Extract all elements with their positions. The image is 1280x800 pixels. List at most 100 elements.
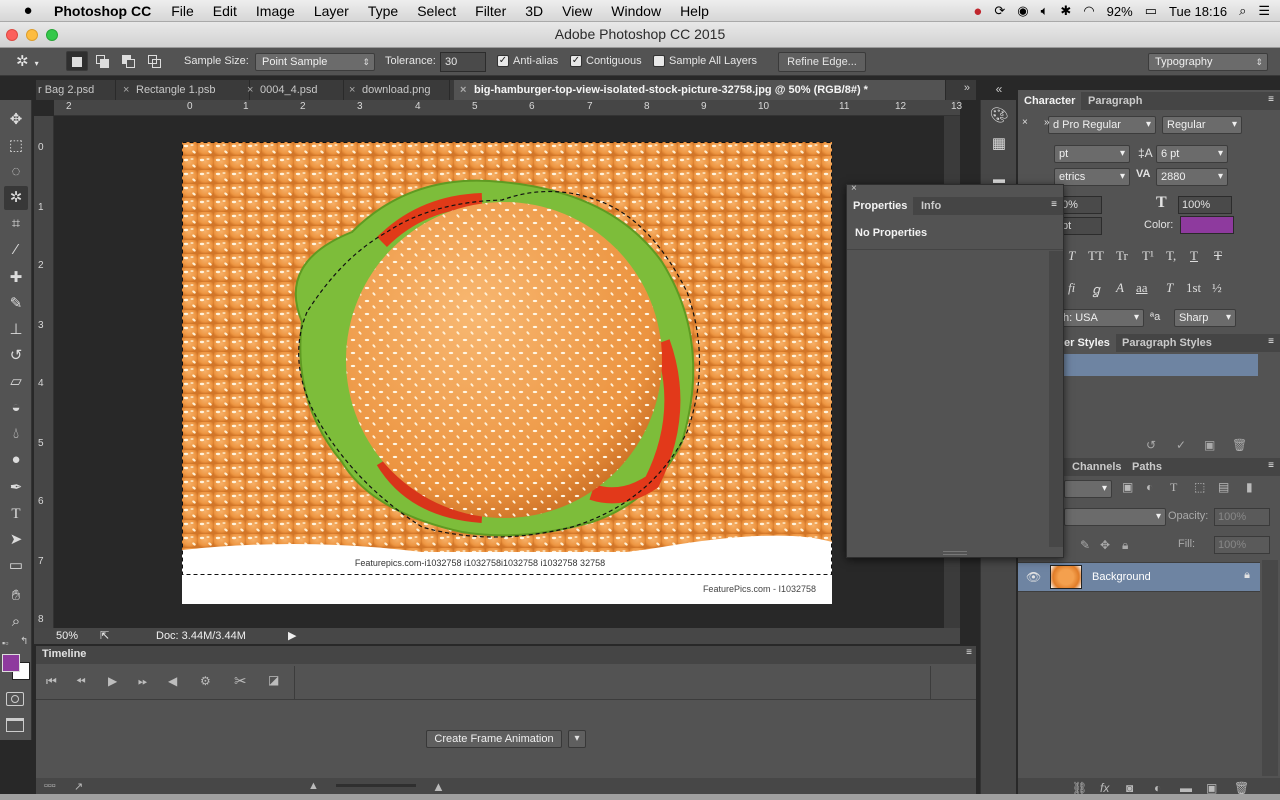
clear-override-icon[interactable]: ↺ xyxy=(1146,438,1156,452)
filter-smart-object-icon[interactable]: ▤ xyxy=(1218,480,1229,494)
tab-paragraph-styles[interactable]: Paragraph Styles xyxy=(1116,334,1218,352)
search-icon[interactable]: ⌕ xyxy=(1239,3,1246,19)
quick-mask-icon[interactable] xyxy=(6,692,24,706)
battery-icon[interactable]: ▭ xyxy=(1145,3,1157,19)
zoom-in-icon[interactable]: ▲ xyxy=(432,779,445,794)
add-mask-icon[interactable]: ◙ xyxy=(1126,781,1133,795)
creative-cloud-icon[interactable]: ● xyxy=(973,3,982,20)
blend-mode-select[interactable] xyxy=(1064,508,1166,526)
clone-stamp-tool-icon[interactable]: ⊥ xyxy=(4,318,28,342)
menu-image[interactable]: Image xyxy=(256,3,295,19)
zoom-tool-icon[interactable]: ⌕ xyxy=(4,610,28,634)
stylistic-alternates-button[interactable]: aa xyxy=(1136,280,1148,296)
lasso-tool-icon[interactable]: ◌ xyxy=(4,160,28,184)
crop-tool-icon[interactable]: ⌗ xyxy=(4,212,28,236)
magic-wand-tool-preset[interactable]: ✲ ▾ xyxy=(16,52,54,72)
sample-size-select[interactable]: Point Sample xyxy=(255,53,375,71)
rectangle-tool-icon[interactable]: ▭ xyxy=(4,554,28,578)
create-frame-animation-button[interactable]: Create Frame Animation xyxy=(426,730,562,748)
workspace-switcher[interactable]: Typography xyxy=(1148,53,1268,71)
filter-toggle-icon[interactable]: ▮ xyxy=(1246,480,1253,494)
settings-icon[interactable]: ⚙ xyxy=(200,674,211,688)
clock[interactable]: Tue 18:16 xyxy=(1169,4,1227,19)
new-layer-icon[interactable]: ▣ xyxy=(1206,781,1217,795)
tab-paths[interactable]: Paths xyxy=(1126,458,1168,476)
sample-all-layers-checkbox[interactable]: Sample All Layers xyxy=(653,55,757,68)
history-brush-tool-icon[interactable]: ↺ xyxy=(4,344,28,368)
timeline-title[interactable]: Timeline xyxy=(42,648,86,660)
wifi-icon[interactable]: ◠ xyxy=(1083,3,1094,19)
zoom-level[interactable]: 50% xyxy=(56,630,78,642)
tab-character-styles[interactable]: er Styles xyxy=(1058,334,1116,352)
pen-tool-icon[interactable]: ✒ xyxy=(4,476,28,500)
subtract-from-selection-button[interactable] xyxy=(120,53,136,69)
close-tab-icon[interactable]: × xyxy=(460,80,466,100)
adjustment-layer-icon[interactable]: ◐ xyxy=(1154,781,1161,795)
tracking-select[interactable]: 2880 xyxy=(1156,168,1228,186)
screen-mode-icon[interactable] xyxy=(6,718,24,732)
convert-icon[interactable]: ↗ xyxy=(74,780,83,793)
contiguous-checkbox[interactable]: ✓ Contiguous xyxy=(570,55,642,68)
intersect-selection-button[interactable] xyxy=(146,53,162,69)
close-tab-icon[interactable]: × xyxy=(247,80,253,100)
accessibility-icon[interactable]: ◉ xyxy=(1017,3,1028,19)
volume-icon[interactable]: 🔈︎ xyxy=(1041,3,1049,19)
marquee-tool-icon[interactable]: ⬚ xyxy=(4,134,28,158)
small-caps-button[interactable]: Tr xyxy=(1116,248,1128,264)
style-list-item-selected[interactable] xyxy=(1064,354,1258,376)
eraser-tool-icon[interactable]: ▱ xyxy=(4,370,28,394)
filter-pixel-icon[interactable]: ▣ xyxy=(1122,480,1133,494)
audio-icon[interactable]: ◀ xyxy=(168,674,177,688)
swash-button[interactable]: A xyxy=(1116,280,1124,296)
eyedropper-tool-icon[interactable]: ⁄ xyxy=(4,238,28,262)
default-colors-icon[interactable]: ▪▫ xyxy=(2,638,8,648)
panel-strip-more[interactable]: « xyxy=(981,82,1017,100)
tolerance-input[interactable]: 30 xyxy=(440,52,486,72)
refine-edge-button[interactable]: Refine Edge... xyxy=(778,52,866,72)
titling-button[interactable]: T xyxy=(1166,280,1173,296)
canvas-area[interactable]: Featurepics.com-i1032758 i1032758i103275… xyxy=(54,116,960,630)
resize-grip-icon[interactable] xyxy=(943,551,967,555)
doc-tab[interactable]: × download.png xyxy=(346,80,450,100)
create-animation-dropdown[interactable]: ▾ xyxy=(568,730,586,748)
menu-edit[interactable]: Edit xyxy=(213,3,237,19)
filter-type-icon[interactable]: T xyxy=(1170,480,1177,495)
panel-menu-icon[interactable]: ≡ xyxy=(1051,199,1057,210)
panel-menu-icon[interactable]: ≡ xyxy=(1268,460,1274,471)
subscript-button[interactable]: T, xyxy=(1166,248,1176,264)
font-style-select[interactable]: Regular xyxy=(1162,116,1242,134)
document-image[interactable]: Featurepics.com-i1032758 i1032758i103275… xyxy=(182,142,832,604)
doc-tab-active[interactable]: × big-hamburger-top-view-isolated-stock-p… xyxy=(454,80,946,100)
font-family-select[interactable]: d Pro Regular xyxy=(1048,116,1156,134)
grid-icon[interactable]: ▦ xyxy=(987,134,1011,154)
apple-icon[interactable]: ● xyxy=(18,2,38,19)
menu-window[interactable]: Window xyxy=(611,3,661,19)
properties-scrollbar[interactable] xyxy=(1049,251,1063,547)
menu-type[interactable]: Type xyxy=(368,3,398,19)
export-icon[interactable]: ⇱ xyxy=(100,629,109,642)
filter-adjustment-icon[interactable]: ◐ xyxy=(1146,480,1153,494)
close-window-button[interactable] xyxy=(6,29,18,41)
tab-character[interactable]: Character xyxy=(1018,92,1082,110)
tab-info[interactable]: Info xyxy=(915,197,947,215)
anti-aliasing-select[interactable]: Sharp xyxy=(1174,309,1236,327)
old-style-button[interactable]: ꬶ xyxy=(1092,280,1100,298)
close-tab-icon[interactable]: × xyxy=(123,80,129,100)
zoom-out-icon[interactable]: ▲ xyxy=(308,780,319,792)
baseline-shift-input[interactable]: pt xyxy=(1058,217,1102,235)
close-tab-icon[interactable]: × xyxy=(349,80,355,100)
properties-close-icon[interactable]: × xyxy=(851,183,857,194)
lock-pixels-icon[interactable]: ✎ xyxy=(1080,538,1090,552)
transition-icon[interactable]: ◪ xyxy=(268,673,279,687)
minimize-window-button[interactable] xyxy=(26,29,38,41)
panel-menu-icon[interactable]: ≡ xyxy=(1268,336,1274,347)
doc-tab[interactable]: × 0004_4.psd xyxy=(244,80,344,100)
link-layers-icon[interactable]: ⛓ xyxy=(1072,781,1087,795)
sync-icon[interactable]: ⟳ xyxy=(994,3,1005,19)
menu-select[interactable]: Select xyxy=(417,3,456,19)
brush-tool-icon[interactable]: ✎ xyxy=(4,292,28,316)
foreground-color-swatch[interactable] xyxy=(2,654,20,672)
fill-input[interactable]: 100% xyxy=(1214,536,1270,554)
swap-colors-icon[interactable]: ↰ xyxy=(20,636,28,647)
play-icon[interactable]: ▶ xyxy=(108,674,117,688)
